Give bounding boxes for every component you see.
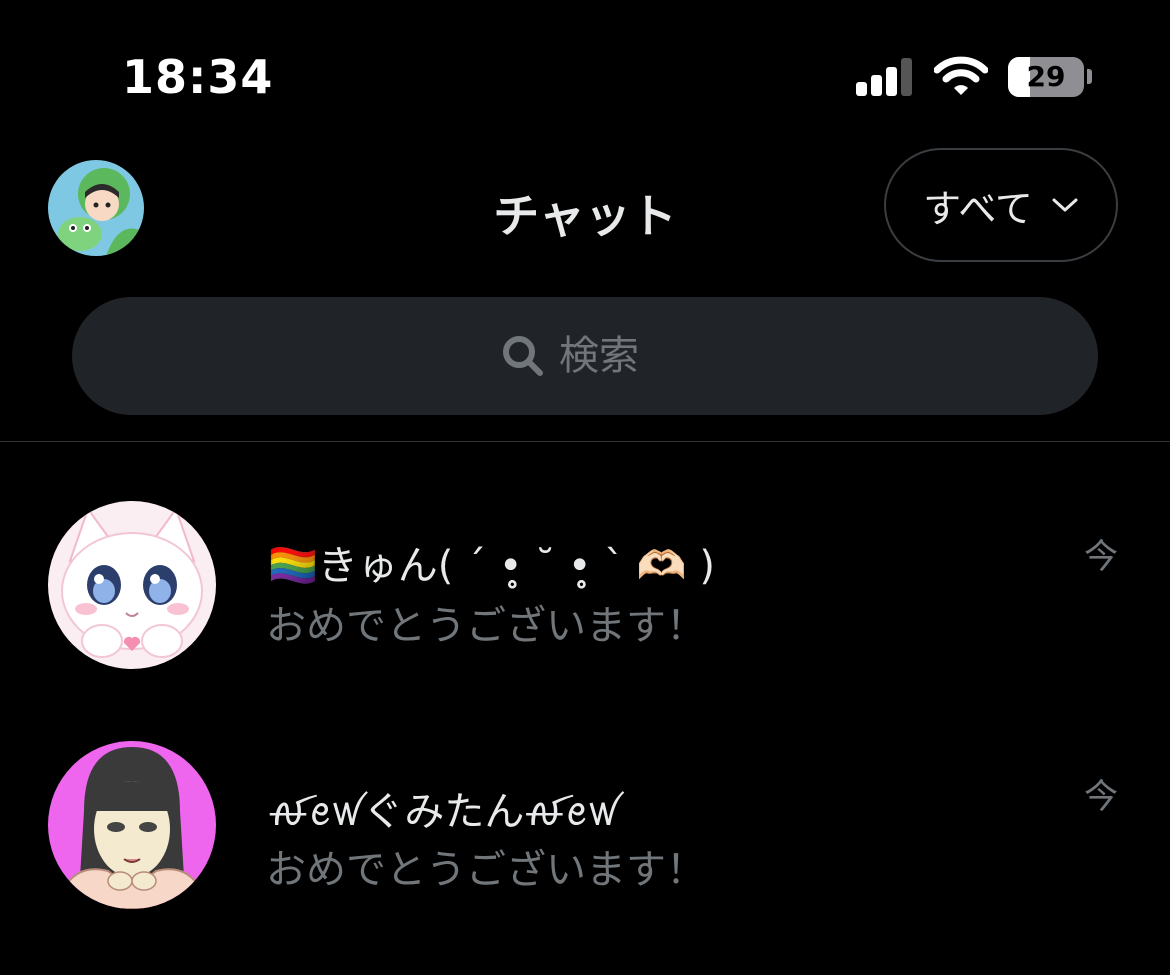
filter-dropdown-button[interactable]: すべて (884, 148, 1118, 262)
conversation-item[interactable]: ꫛꫀꪝぐみたんꫛꫀꪝ おめでとうございます！ 今 (0, 715, 1170, 935)
conversation-avatar (48, 741, 216, 909)
girl-avatar-image (48, 741, 216, 909)
conversation-time: 今 (1084, 537, 1118, 577)
battery-level: 29 (1026, 60, 1066, 93)
cat-avatar-image (48, 501, 216, 669)
header-divider (0, 441, 1170, 442)
conversation-item[interactable]: 🏳️‍🌈きゅん( ´ •̥̥̥ ˘ •̥̥̥ ` 🫶🏻 ) おめでとうございます… (0, 475, 1170, 695)
profile-avatar[interactable] (48, 160, 144, 256)
signal-bar (856, 82, 867, 96)
battery-tip (1087, 69, 1092, 84)
conversation-last-message: おめでとうございます！ (266, 603, 706, 649)
battery-icon: 29 (1008, 57, 1084, 97)
search-bar[interactable] (72, 297, 1098, 415)
status-time: 18:34 (122, 50, 274, 104)
conversation-time: 今 (1084, 777, 1118, 817)
conversation-name: 🏳️‍🌈きゅん( ´ •̥̥̥ ˘ •̥̥̥ ` 🫶🏻 ) (268, 543, 716, 589)
conversation-avatar (48, 501, 216, 669)
page-title: チャット (493, 189, 677, 243)
search-icon (503, 336, 543, 376)
signal-bar (901, 58, 912, 96)
wifi-icon (934, 56, 988, 95)
filter-label: すべて (923, 186, 1033, 231)
profile-avatar-image (48, 160, 144, 256)
cellular-signal-icon (856, 58, 914, 96)
conversation-last-message: おめでとうございます！ (266, 847, 706, 893)
signal-bar (886, 67, 897, 96)
signal-bar (871, 75, 882, 96)
chevron-down-icon (1052, 198, 1078, 212)
search-input[interactable] (559, 333, 669, 379)
